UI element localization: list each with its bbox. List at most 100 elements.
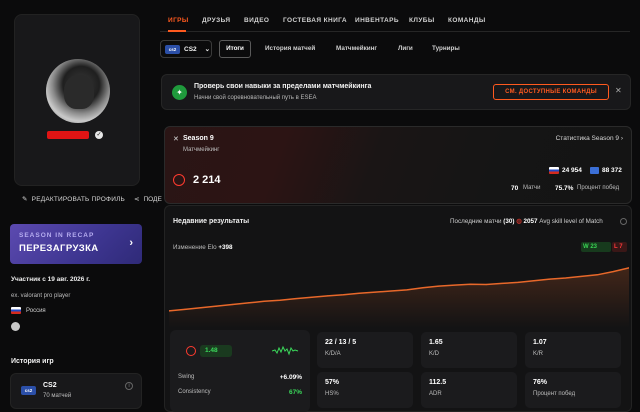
game-history-card[interactable]: cs2 CS2 70 матчей i — [10, 373, 142, 409]
globe-icon — [590, 167, 599, 174]
stat-value: 1.65 — [429, 339, 443, 346]
game-select-dropdown[interactable]: cs2 CS2 ⌄ — [160, 40, 212, 58]
matches-count: 70 — [511, 185, 519, 192]
cs2-logo-icon: cs2 — [21, 386, 36, 395]
elo-point[interactable] — [612, 270, 614, 273]
swing-label: Swing — [178, 374, 195, 380]
winrate-label: Процент побед — [577, 185, 620, 191]
share-label: ПОДЕ — [143, 195, 162, 203]
share-icon: ⋖ — [134, 196, 140, 203]
nav-active-underline — [168, 30, 186, 32]
elo-point[interactable] — [279, 299, 281, 301]
stat-tile-winrate: 76% Процент побед — [525, 372, 621, 408]
stat-label: K/R — [533, 351, 544, 357]
season-stats-link[interactable]: Статистика Season 9 › — [556, 135, 623, 142]
elo-change: Изменение Elo +398 — [173, 244, 233, 251]
banner-title: Проверь свои навыки за пределами матчмей… — [194, 83, 372, 90]
elo-point[interactable] — [390, 290, 392, 292]
skill-level-icon — [186, 346, 196, 356]
tab-summary[interactable]: Итоги — [219, 40, 251, 58]
last-matches-summary: Последние матчи (30) ◍ 2057 Avg skill le… — [450, 218, 603, 225]
skill-level-icon — [173, 174, 185, 186]
elo-point[interactable] — [485, 283, 487, 286]
esea-promo-banner: ✦ Проверь свои навыки за пределами матчм… — [161, 74, 631, 110]
share-button[interactable]: ⋖ ПОДЕ — [134, 195, 162, 204]
recap-subtitle: SEASON IN RECAP — [19, 232, 95, 239]
elo-point[interactable] — [501, 282, 503, 285]
matches-label: Матчи — [523, 185, 541, 191]
nav-friends[interactable]: ДРУЗЬЯ — [202, 17, 231, 24]
elo-point[interactable] — [231, 303, 234, 306]
nav-teams[interactable]: КОМАНДЫ — [448, 17, 486, 24]
swing-sparkline — [272, 345, 299, 356]
country-label: Россия — [26, 307, 46, 314]
chevron-right-icon: › — [620, 135, 623, 142]
elo-point[interactable] — [200, 307, 202, 309]
elo-point[interactable] — [596, 274, 598, 276]
elo-point[interactable] — [564, 277, 567, 279]
info-icon[interactable]: i — [125, 382, 133, 390]
elo-point[interactable] — [342, 294, 345, 296]
tab-leagues[interactable]: Лиги — [398, 40, 413, 58]
games-history-title: История игр — [11, 358, 54, 365]
elo-point[interactable] — [247, 302, 249, 304]
stat-tile-kd: 1.65 K/D — [421, 332, 517, 368]
edit-profile-label: РЕДАКТИРОВАТЬ ПРОФИЛЬ — [31, 195, 125, 203]
info-icon[interactable] — [620, 218, 627, 225]
elo-point[interactable] — [533, 280, 535, 282]
member-since: Участник с 19 авг. 2026 г. — [11, 276, 91, 283]
wins-count: 23 — [590, 244, 598, 250]
elo-point[interactable] — [263, 300, 265, 302]
banner-subtitle: Начни свой соревновательный путь в ESEA — [194, 95, 317, 101]
elo-value: 2 214 — [193, 174, 221, 186]
last-matches-label: Последние матчи — [450, 218, 502, 225]
stat-tile-kr: 1.07 K/R — [525, 332, 621, 368]
elo-point[interactable] — [453, 284, 456, 286]
elo-point[interactable] — [580, 275, 583, 278]
elo-point[interactable] — [215, 305, 218, 307]
elo-point[interactable] — [406, 289, 408, 291]
pencil-icon: ✎ — [22, 196, 28, 203]
elo-point[interactable] — [422, 287, 424, 289]
see-teams-button[interactable]: СМ. ДОСТУПНЫЕ КОМАНДЫ — [493, 84, 609, 100]
elo-chart — [169, 267, 629, 328]
edit-profile-button[interactable]: ✎ РЕДАКТИРОВАТЬ ПРОФИЛЬ — [22, 195, 125, 204]
nav-clubs[interactable]: КЛУБЫ — [409, 17, 435, 24]
esea-logo-icon: ✦ — [172, 85, 187, 100]
nav-video[interactable]: ВИДЕО — [244, 17, 269, 24]
stat-value: 22 / 13 / 5 — [325, 339, 357, 346]
stat-label: HS% — [325, 391, 339, 397]
elo-point[interactable] — [438, 285, 440, 287]
losses-count: 7 — [619, 244, 623, 250]
nav-inventory[interactable]: ИНВЕНТАРЬ — [355, 17, 399, 24]
elo-point[interactable] — [184, 308, 186, 310]
elo-point[interactable] — [327, 295, 329, 297]
top-nav: ИГРЫ ДРУЗЬЯ ВИДЕО ГОСТЕВАЯ КНИГА ИНВЕНТА… — [160, 10, 630, 32]
stat-tile-kda: 22 / 13 / 5 K/D/A — [317, 332, 413, 368]
tab-match-history[interactable]: История матчей — [265, 40, 315, 58]
season-card: ✕ Season 9 Матчмейкинг Статистика Season… — [164, 126, 632, 204]
nav-games[interactable]: ИГРЫ — [168, 17, 189, 24]
elo-point[interactable] — [469, 283, 471, 285]
tab-matchmaking[interactable]: Матчмейкинг — [336, 40, 377, 58]
chevron-down-icon: ⌄ — [204, 46, 211, 53]
season-stats-label: Статистика Season 9 — [555, 135, 620, 142]
elo-point[interactable] — [549, 278, 551, 280]
avatar[interactable] — [46, 59, 110, 123]
avg-elo-value: 2057 — [523, 218, 538, 225]
close-icon[interactable]: ✕ — [615, 86, 622, 95]
elo-point[interactable] — [358, 292, 360, 294]
stat-value: 57% — [325, 379, 340, 386]
elo-point[interactable] — [295, 297, 297, 300]
elo-point[interactable] — [517, 281, 519, 283]
elo-point[interactable] — [374, 291, 376, 293]
season-subtitle: Матчмейкинг — [183, 147, 220, 153]
season-recap-banner[interactable]: SEASON IN RECAP ПЕРЕЗАГРУЗКА › — [10, 224, 142, 264]
elo-point[interactable] — [311, 296, 313, 298]
steam-icon[interactable] — [11, 322, 20, 331]
swing-elo-badge: 1.48 — [200, 345, 232, 357]
losses-badge: L 7 — [612, 242, 627, 252]
nav-guestbook[interactable]: ГОСТЕВАЯ КНИГА — [283, 17, 347, 24]
consistency-label: Consistency — [178, 389, 211, 395]
tab-tournaments[interactable]: Турниры — [432, 40, 460, 58]
